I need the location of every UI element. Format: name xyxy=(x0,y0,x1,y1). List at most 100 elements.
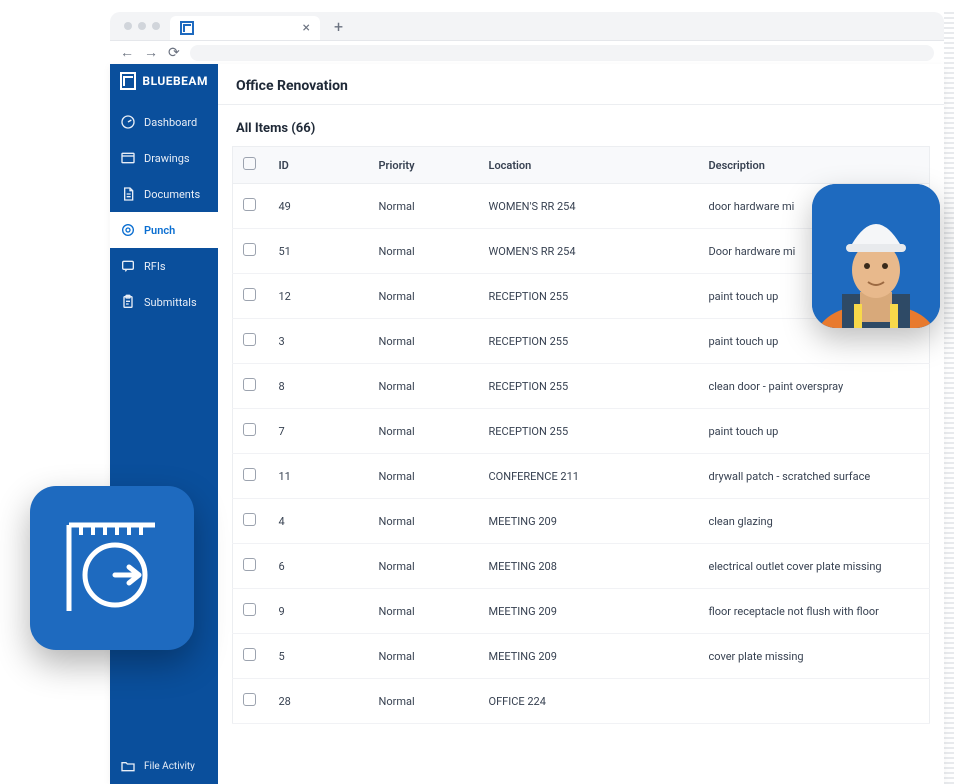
bluebeam-favicon-icon xyxy=(180,21,194,35)
row-checkbox[interactable] xyxy=(243,243,256,256)
gauge-icon xyxy=(120,114,136,130)
sidebar-item-punch[interactable]: Punch xyxy=(110,212,218,248)
window-controls[interactable] xyxy=(124,22,160,30)
bluebeam-logo-icon xyxy=(120,72,136,90)
row-checkbox[interactable] xyxy=(243,603,256,616)
table-row[interactable]: 7NormalRECEPTION 255paint touch up xyxy=(233,409,930,454)
table-row[interactable]: 4NormalMEETING 209clean glazing xyxy=(233,499,930,544)
row-checkbox-cell xyxy=(233,229,269,274)
row-checkbox-cell xyxy=(233,679,269,724)
sidebar-item-label: Dashboard xyxy=(144,116,197,129)
col-header-priority[interactable]: Priority xyxy=(369,147,479,184)
table-row[interactable]: 9NormalMEETING 209floor receptacle not f… xyxy=(233,589,930,634)
col-header-checkbox xyxy=(233,147,269,184)
row-location: RECEPTION 255 xyxy=(479,319,699,364)
row-id: 9 xyxy=(269,589,369,634)
row-id: 3 xyxy=(269,319,369,364)
brand-logo[interactable]: BLUEBEAM xyxy=(110,64,218,98)
row-priority: Normal xyxy=(369,454,479,499)
row-location: WOMEN'S RR 254 xyxy=(479,229,699,274)
select-all-checkbox[interactable] xyxy=(243,157,256,170)
row-checkbox[interactable] xyxy=(243,513,256,526)
row-checkbox-cell xyxy=(233,274,269,319)
browser-chrome: × + ← → ⟳ xyxy=(110,12,944,64)
row-checkbox[interactable] xyxy=(243,288,256,301)
row-id: 12 xyxy=(269,274,369,319)
sidebar-item-file-activity[interactable]: File Activity xyxy=(110,748,218,784)
items-count: All Items (66) xyxy=(218,105,944,146)
row-location: RECEPTION 255 xyxy=(479,409,699,454)
row-checkbox-cell xyxy=(233,364,269,409)
row-description: electrical outlet cover plate missing xyxy=(699,544,930,589)
row-id: 7 xyxy=(269,409,369,454)
row-id: 8 xyxy=(269,364,369,409)
folder-icon xyxy=(120,758,136,774)
main-content: Office Renovation All Items (66) ID Prio… xyxy=(218,64,944,784)
sidebar-item-label: Punch xyxy=(144,224,175,237)
row-checkbox[interactable] xyxy=(243,378,256,391)
sidebar-item-label: RFIs xyxy=(144,260,166,273)
clipboard-icon xyxy=(120,294,136,310)
row-checkbox-cell xyxy=(233,319,269,364)
row-location: MEETING 209 xyxy=(479,589,699,634)
row-checkbox[interactable] xyxy=(243,693,256,706)
row-id: 51 xyxy=(269,229,369,274)
row-id: 11 xyxy=(269,454,369,499)
row-checkbox-cell xyxy=(233,184,269,229)
row-location: MEETING 208 xyxy=(479,544,699,589)
col-header-location[interactable]: Location xyxy=(479,147,699,184)
table-row[interactable]: 28NormalOFFICE 224 xyxy=(233,679,930,724)
row-checkbox-cell xyxy=(233,409,269,454)
row-description: clean glazing xyxy=(699,499,930,544)
row-checkbox[interactable] xyxy=(243,333,256,346)
row-checkbox-cell xyxy=(233,499,269,544)
brand-name: BLUEBEAM xyxy=(142,74,208,88)
row-checkbox[interactable] xyxy=(243,468,256,481)
sidebar-item-label: Submittals xyxy=(144,296,197,309)
sidebar: BLUEBEAM Dashboard Drawings Documents xyxy=(110,64,218,784)
row-id: 49 xyxy=(269,184,369,229)
reload-button[interactable]: ⟳ xyxy=(168,45,180,61)
sidebar-item-dashboard[interactable]: Dashboard xyxy=(110,104,218,140)
row-priority: Normal xyxy=(369,229,479,274)
row-description: clean door - paint overspray xyxy=(699,364,930,409)
app-frame: BLUEBEAM Dashboard Drawings Documents xyxy=(110,64,944,784)
table-row[interactable]: 11NormalCONFERENCE 211drywall patch - sc… xyxy=(233,454,930,499)
row-priority: Normal xyxy=(369,589,479,634)
row-priority: Normal xyxy=(369,319,479,364)
col-header-id[interactable]: ID xyxy=(269,147,369,184)
address-bar[interactable] xyxy=(190,45,934,61)
sidebar-item-submittals[interactable]: Submittals xyxy=(110,284,218,320)
row-priority: Normal xyxy=(369,634,479,679)
row-description: floor receptacle not flush with floor xyxy=(699,589,930,634)
row-checkbox-cell xyxy=(233,544,269,589)
row-location: MEETING 209 xyxy=(479,634,699,679)
avatar-card xyxy=(812,184,940,328)
row-checkbox[interactable] xyxy=(243,423,256,436)
new-tab-button[interactable]: + xyxy=(328,17,349,36)
browser-tab[interactable]: × xyxy=(170,16,320,40)
forward-button[interactable]: → xyxy=(144,44,158,61)
row-id: 28 xyxy=(269,679,369,724)
sidebar-item-drawings[interactable]: Drawings xyxy=(110,140,218,176)
page-title: Office Renovation xyxy=(218,64,944,105)
row-checkbox[interactable] xyxy=(243,198,256,211)
row-location: CONFERENCE 211 xyxy=(479,454,699,499)
row-checkbox[interactable] xyxy=(243,558,256,571)
col-header-description[interactable]: Description xyxy=(699,147,930,184)
table-row[interactable]: 8NormalRECEPTION 255clean door - paint o… xyxy=(233,364,930,409)
close-tab-icon[interactable]: × xyxy=(303,20,310,36)
table-row[interactable]: 5NormalMEETING 209cover plate missing xyxy=(233,634,930,679)
back-button[interactable]: ← xyxy=(120,44,134,61)
row-description: paint touch up xyxy=(699,409,930,454)
table-row[interactable]: 6NormalMEETING 208electrical outlet cove… xyxy=(233,544,930,589)
sidebar-item-rfis[interactable]: RFIs xyxy=(110,248,218,284)
sidebar-item-documents[interactable]: Documents xyxy=(110,176,218,212)
row-location: WOMEN'S RR 254 xyxy=(479,184,699,229)
row-checkbox[interactable] xyxy=(243,648,256,661)
row-priority: Normal xyxy=(369,499,479,544)
measurement-icon xyxy=(57,513,167,623)
row-id: 4 xyxy=(269,499,369,544)
row-description: cover plate missing xyxy=(699,634,930,679)
sidebar-item-label: Drawings xyxy=(144,152,190,165)
